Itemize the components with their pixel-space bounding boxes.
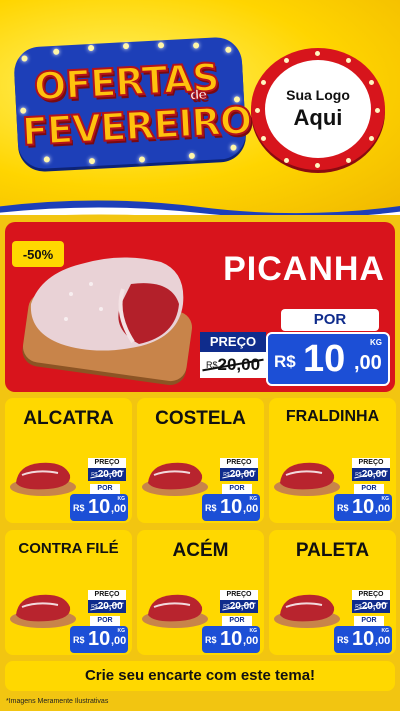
product-name: CONTRA FILÉ bbox=[18, 540, 119, 557]
featured-offer-card[interactable]: -50% PICANHA PREÇO R$ 20,00 POR R$ 10 ,0… bbox=[5, 222, 395, 392]
new-price: R$ 10 ,00 KG bbox=[266, 332, 390, 386]
por-label: POR bbox=[222, 484, 252, 494]
new-price-currency: R$ bbox=[73, 503, 85, 513]
new-price-currency: R$ bbox=[274, 352, 296, 371]
product-card[interactable]: COSTELA PREÇO R$ 20,00 POR R$ 10,00 KG bbox=[137, 398, 264, 523]
por-label: POR bbox=[222, 616, 252, 626]
meat-cut-icon bbox=[274, 594, 340, 628]
unit-label: KG bbox=[117, 628, 126, 634]
new-price-decimal: ,00 bbox=[243, 635, 259, 647]
new-price: R$ 10,00 KG bbox=[334, 494, 392, 521]
new-price: R$ 10,00 KG bbox=[334, 626, 392, 653]
product-name: ALCATRA bbox=[23, 408, 114, 429]
por-label: POR bbox=[281, 309, 379, 331]
new-price-integer: 10 bbox=[220, 496, 243, 518]
unit-label: KG bbox=[381, 628, 390, 634]
new-price-integer: 10 bbox=[303, 338, 346, 380]
product-name: PALETA bbox=[295, 540, 370, 561]
product-card[interactable]: CONTRA FILÉ PREÇO R$ 20,00 POR R$ 10,00 KG bbox=[5, 530, 132, 655]
old-price-label: PREÇO bbox=[88, 590, 126, 600]
new-price-decimal: ,00 bbox=[375, 503, 391, 515]
por-label: POR bbox=[90, 484, 120, 494]
unit-label: KG bbox=[381, 496, 390, 502]
old-price: R$ 20,00 bbox=[88, 600, 126, 613]
old-price-label: PREÇO bbox=[352, 590, 390, 600]
new-price-currency: R$ bbox=[205, 503, 217, 513]
header-wave bbox=[0, 200, 400, 215]
new-price: R$ 10,00 KG bbox=[70, 494, 128, 521]
disclaimer-text: *Imagens Meramente Ilustrativas bbox=[6, 698, 109, 705]
unit-label: KG bbox=[370, 338, 382, 347]
new-price-integer: 10 bbox=[220, 628, 243, 650]
product-card[interactable]: FRALDINHA PREÇO R$ 20,00 POR R$ 10,00 KG bbox=[269, 398, 396, 523]
por-label: POR bbox=[354, 616, 384, 626]
logo-placeholder[interactable]: Sua Logo Aqui bbox=[251, 48, 385, 170]
new-price-decimal: ,00 bbox=[111, 635, 127, 647]
new-price-currency: R$ bbox=[205, 635, 217, 645]
logo-inner-circle: Sua Logo Aqui bbox=[265, 60, 371, 158]
old-price-label: PREÇO bbox=[200, 332, 266, 352]
old-price: R$ 20,00 bbox=[220, 468, 258, 481]
old-price: R$ 20,00 bbox=[352, 600, 390, 613]
new-price-integer: 10 bbox=[88, 496, 111, 518]
new-price-integer: 10 bbox=[352, 496, 375, 518]
old-price-box: PREÇO R$ 20,00 bbox=[200, 332, 266, 378]
meat-cut-icon bbox=[274, 462, 340, 496]
featured-product-name: PICANHA bbox=[223, 250, 385, 288]
product-card[interactable]: PALETA PREÇO R$ 20,00 POR R$ 10,00 KG bbox=[269, 530, 396, 655]
product-card[interactable]: ALCATRA PREÇO R$ 20,00 POR R$ 10,00 KG bbox=[5, 398, 132, 523]
old-price-label: PREÇO bbox=[220, 590, 258, 600]
new-price: R$ 10,00 KG bbox=[202, 494, 260, 521]
new-price-currency: R$ bbox=[337, 635, 349, 645]
new-price-decimal: ,00 bbox=[375, 635, 391, 647]
new-price-currency: R$ bbox=[73, 635, 85, 645]
discount-badge: -50% bbox=[12, 241, 64, 267]
logo-text-line2: Aqui bbox=[293, 105, 343, 130]
product-name: COSTELA bbox=[155, 408, 246, 429]
por-label: POR bbox=[354, 484, 384, 494]
new-price-decimal: ,00 bbox=[354, 352, 382, 374]
new-price-currency: R$ bbox=[337, 503, 349, 513]
meat-cut-icon bbox=[10, 594, 76, 628]
meat-cut-icon bbox=[142, 462, 208, 496]
product-name: ACÉM bbox=[172, 540, 229, 561]
old-price: R$ 20,00 bbox=[88, 468, 126, 481]
old-price-label: PREÇO bbox=[88, 458, 126, 468]
new-price-integer: 10 bbox=[352, 628, 375, 650]
product-name: FRALDINHA bbox=[285, 408, 380, 425]
old-price-label: PREÇO bbox=[352, 458, 390, 468]
meat-cut-icon bbox=[10, 462, 76, 496]
new-price-integer: 10 bbox=[88, 628, 111, 650]
product-card[interactable]: ACÉM PREÇO R$ 20,00 POR R$ 10,00 KG bbox=[137, 530, 264, 655]
unit-label: KG bbox=[249, 628, 258, 634]
old-price-label: PREÇO bbox=[220, 458, 258, 468]
old-price: R$ 20,00 bbox=[220, 600, 258, 613]
unit-label: KG bbox=[117, 496, 126, 502]
por-label: POR bbox=[90, 616, 120, 626]
meat-cut-icon bbox=[142, 594, 208, 628]
new-price: R$ 10,00 KG bbox=[202, 626, 260, 653]
old-price: R$ 20,00 bbox=[352, 468, 390, 481]
new-price-decimal: ,00 bbox=[111, 503, 127, 515]
logo-text-line1: Sua Logo bbox=[286, 87, 350, 103]
old-price: R$ 20,00 bbox=[200, 352, 266, 378]
header-banner: OFERTAS de FEVEREIRO Sua Logo Aqui bbox=[0, 0, 400, 215]
new-price: R$ 10,00 KG bbox=[70, 626, 128, 653]
unit-label: KG bbox=[249, 496, 258, 502]
cta-banner[interactable]: Crie seu encarte com este tema! bbox=[5, 661, 395, 691]
new-price-decimal: ,00 bbox=[243, 503, 259, 515]
